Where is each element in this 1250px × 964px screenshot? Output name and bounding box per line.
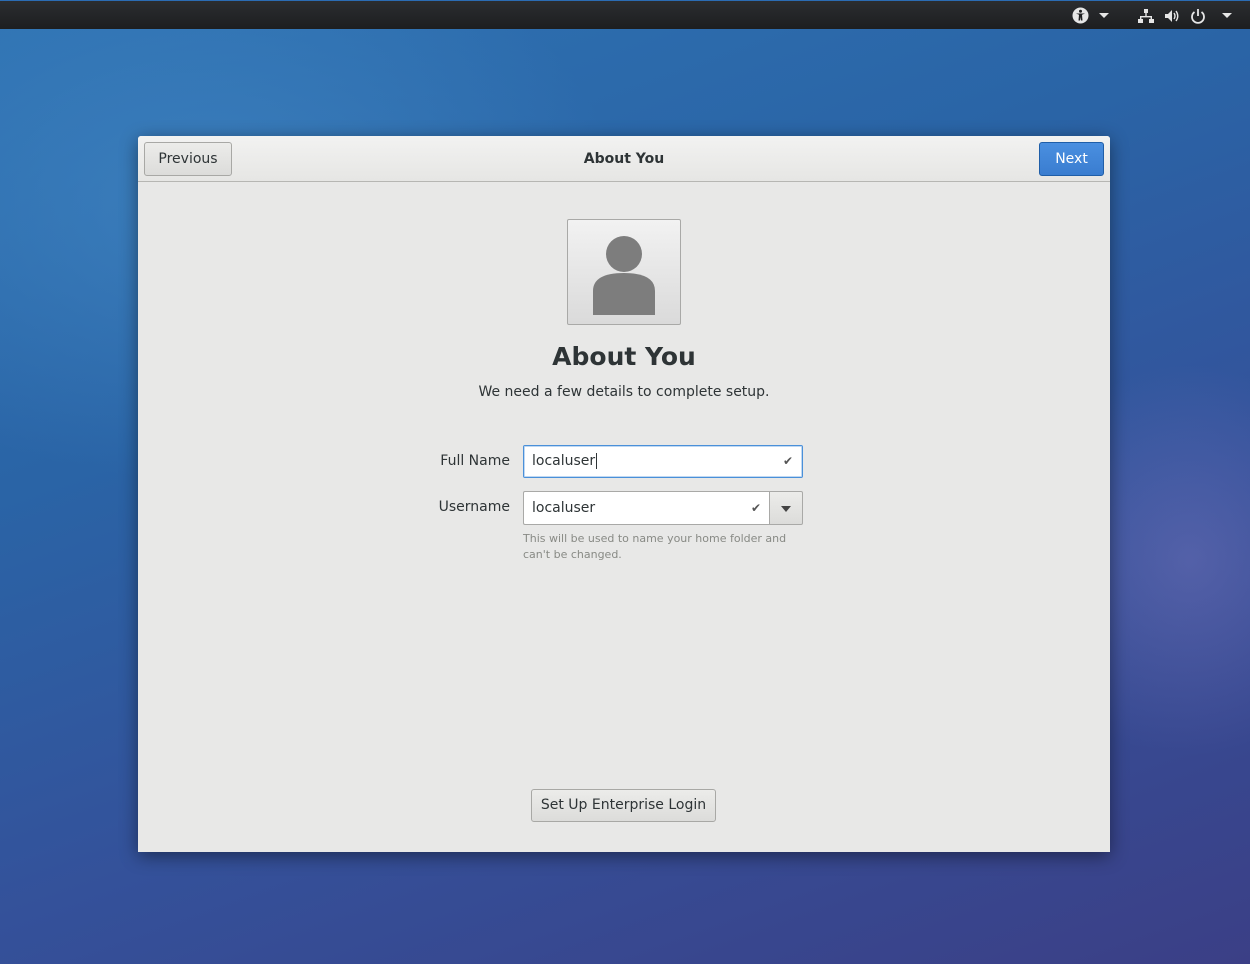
full-name-value: localuser — [532, 453, 596, 469]
username-value: localuser — [532, 500, 596, 516]
accessibility-menu[interactable] — [1072, 1, 1109, 30]
chevron-down-icon — [1222, 13, 1232, 18]
power-icon — [1190, 8, 1206, 24]
text-cursor — [596, 453, 598, 469]
chevron-down-icon — [781, 506, 791, 512]
next-button[interactable]: Next — [1039, 142, 1104, 176]
username-dropdown-button[interactable] — [769, 491, 803, 525]
check-icon: ✔ — [750, 501, 761, 515]
username-hint: This will be used to name your home fold… — [523, 532, 787, 561]
accessibility-icon — [1072, 7, 1089, 24]
enterprise-login-button[interactable]: Set Up Enterprise Login — [531, 789, 716, 822]
full-name-field[interactable]: localuser ✔ — [523, 445, 803, 478]
top-bar — [0, 0, 1250, 29]
check-icon: ✔ — [782, 454, 793, 468]
username-label: Username — [438, 499, 510, 515]
username-field[interactable]: localuser ✔ — [523, 491, 770, 525]
system-menu[interactable] — [1138, 1, 1232, 30]
volume-icon — [1164, 8, 1180, 24]
full-name-label: Full Name — [440, 453, 510, 469]
dialog-header: Previous About You Next — [138, 136, 1110, 182]
avatar-button[interactable] — [567, 219, 681, 325]
network-icon — [1138, 8, 1154, 24]
chevron-down-icon — [1099, 13, 1109, 18]
page-subtitle: We need a few details to complete setup. — [478, 384, 770, 400]
header-title: About You — [583, 151, 665, 167]
about-you-dialog: Previous About You Next About You We nee… — [138, 136, 1110, 852]
page-title: About You — [552, 342, 696, 371]
